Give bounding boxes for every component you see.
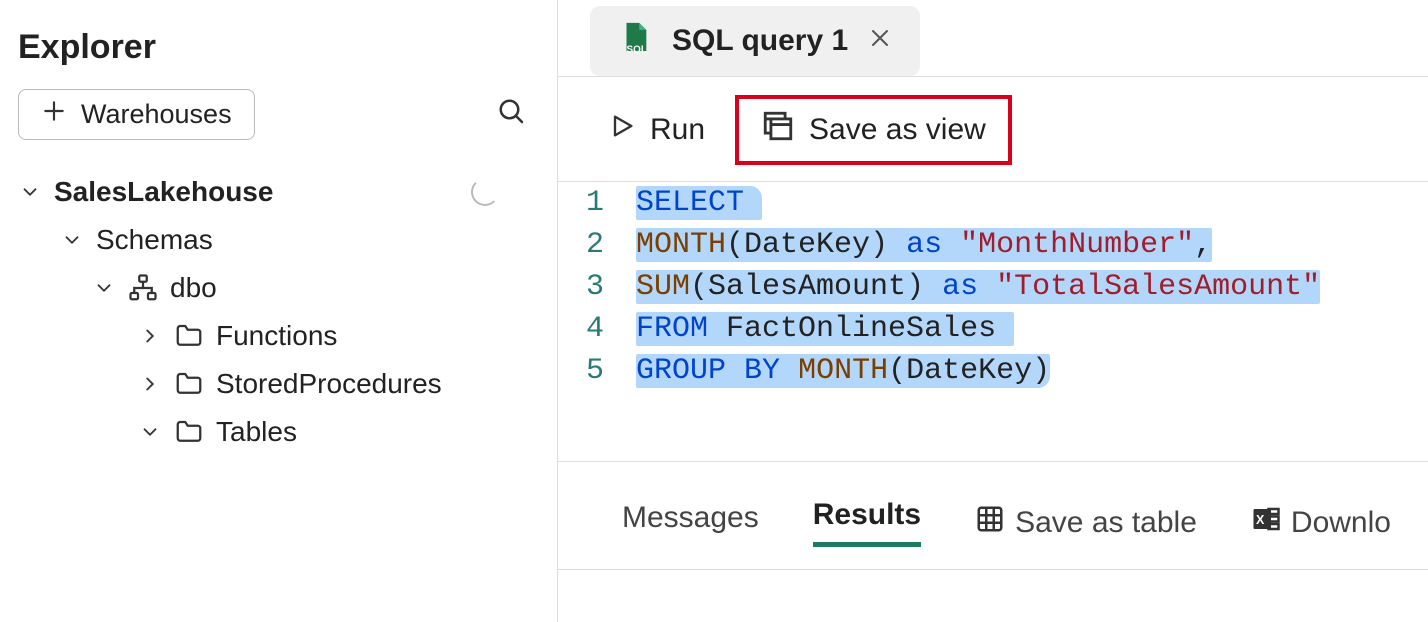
folder-icon <box>174 417 204 447</box>
line-number: 3 <box>566 266 636 308</box>
download-button[interactable]: X Downlo <box>1251 504 1391 542</box>
main-pane: SQL SQL query 1 Run Save as view 1 SELEC… <box>558 0 1428 622</box>
chevron-right-icon <box>138 325 162 347</box>
loading-spinner <box>471 178 499 206</box>
results-toolbar: Messages Results Save as table X Downlo <box>558 462 1428 570</box>
tab-sql-query[interactable]: SQL SQL query 1 <box>590 6 920 76</box>
tab-label: SQL query 1 <box>672 24 848 58</box>
excel-icon: X <box>1251 504 1281 542</box>
schema-icon <box>128 273 158 303</box>
tab-strip: SQL SQL query 1 <box>558 0 1428 77</box>
tree-schemas[interactable]: Schemas <box>18 216 539 264</box>
tree-storedprocs-label: StoredProcedures <box>216 368 442 400</box>
chevron-down-icon <box>60 229 84 251</box>
chevron-down-icon <box>138 421 162 443</box>
line-number: 2 <box>566 224 636 266</box>
explorer-title: Explorer <box>18 28 539 67</box>
run-label: Run <box>650 113 705 147</box>
search-icon <box>497 114 527 131</box>
save-as-table-label: Save as table <box>1015 506 1197 540</box>
search-button[interactable] <box>497 97 539 132</box>
folder-icon <box>174 369 204 399</box>
tree-schemas-label: Schemas <box>96 224 213 256</box>
windows-icon <box>761 109 795 151</box>
tree-db-label: SalesLakehouse <box>54 176 273 208</box>
tree-db[interactable]: SalesLakehouse <box>18 168 539 216</box>
tree-schema-label: dbo <box>170 272 217 304</box>
messages-tab[interactable]: Messages <box>622 501 759 545</box>
code-line: 3 SUM(SalesAmount) as "TotalSalesAmount" <box>566 266 1428 308</box>
save-as-view-button[interactable]: Save as view <box>735 95 1012 165</box>
warehouses-button[interactable]: Warehouses <box>18 89 255 140</box>
explorer-tree: SalesLakehouse Schemas dbo <box>18 168 539 456</box>
sql-file-icon: SQL <box>618 20 652 62</box>
line-number: 4 <box>566 308 636 350</box>
code-line: 4 FROM FactOnlineSales <box>566 308 1428 350</box>
code-line: 1 SELECT <box>566 182 1428 224</box>
tree-functions[interactable]: Functions <box>18 312 539 360</box>
warehouses-label: Warehouses <box>81 99 232 130</box>
explorer-sidebar: Explorer Warehouses SalesLakehouse S <box>0 0 558 622</box>
svg-text:SQL: SQL <box>627 45 647 54</box>
tree-tables-label: Tables <box>216 416 297 448</box>
save-as-view-label: Save as view <box>809 113 986 147</box>
chevron-down-icon <box>92 277 116 299</box>
tree-functions-label: Functions <box>216 320 337 352</box>
download-label: Downlo <box>1291 506 1391 540</box>
chevron-down-icon <box>18 181 42 203</box>
results-tab[interactable]: Results <box>813 498 921 547</box>
code-line: 2 MONTH(DateKey) as "MonthNumber", <box>566 224 1428 266</box>
run-button[interactable]: Run <box>588 104 725 156</box>
chevron-right-icon <box>138 373 162 395</box>
tree-schema-dbo[interactable]: dbo <box>18 264 539 312</box>
line-number: 1 <box>566 182 636 224</box>
editor-toolbar: Run Save as view <box>558 77 1428 182</box>
table-icon <box>975 504 1005 542</box>
plus-icon <box>41 98 67 131</box>
folder-icon <box>174 321 204 351</box>
svg-text:X: X <box>1256 513 1265 527</box>
save-as-table-button[interactable]: Save as table <box>975 504 1197 542</box>
sidebar-controls: Warehouses <box>18 89 539 140</box>
close-icon[interactable] <box>868 24 892 58</box>
tree-tables[interactable]: Tables <box>18 408 539 456</box>
code-line: 5 GROUP BY MONTH(DateKey) <box>566 350 1428 392</box>
line-number: 5 <box>566 350 636 392</box>
tree-storedprocs[interactable]: StoredProcedures <box>18 360 539 408</box>
play-icon <box>608 112 636 148</box>
code-editor[interactable]: 1 SELECT 2 MONTH(DateKey) as "MonthNumbe… <box>558 182 1428 462</box>
